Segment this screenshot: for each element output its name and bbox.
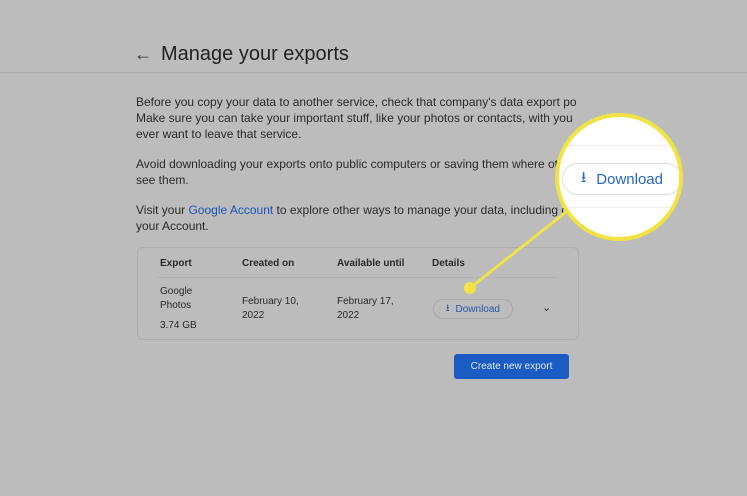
divider — [559, 145, 679, 146]
callout-line — [464, 210, 567, 294]
magnifier-callout: ⭳ Download — [555, 113, 683, 241]
download-button-magnified[interactable]: ⭳ Download — [562, 163, 679, 195]
divider — [559, 207, 679, 208]
download-icon: ⭳ — [581, 168, 587, 186]
callout-dot — [464, 282, 476, 294]
callout-connector — [469, 210, 567, 290]
